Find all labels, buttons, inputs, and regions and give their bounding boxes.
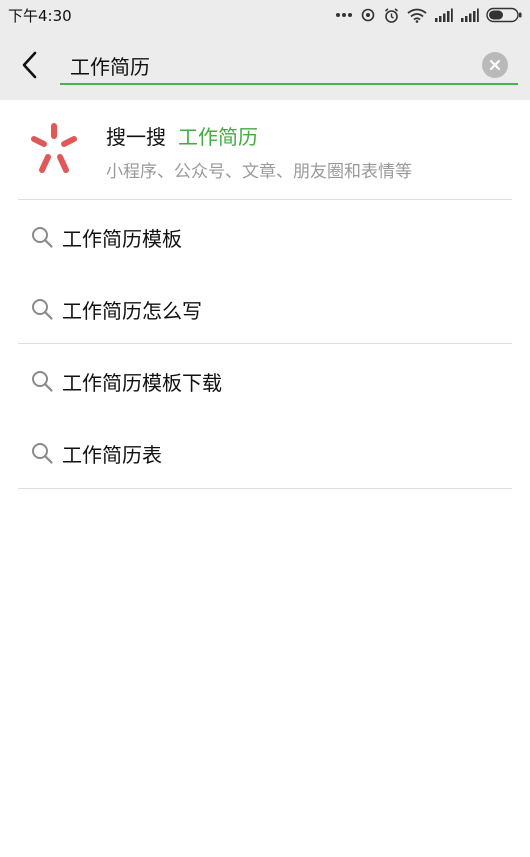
sync-icon — [361, 8, 375, 22]
sousou-keyword: 工作简历 — [178, 125, 258, 149]
search-icon — [32, 227, 53, 248]
sousou-label: 搜一搜 — [106, 125, 166, 149]
status-bar: 下午4:30 — [0, 0, 530, 30]
suggestion-label: 工作简历模板下载 — [62, 371, 222, 395]
divider — [18, 199, 512, 200]
sousou-logo-icon — [31, 123, 77, 173]
status-icons — [335, 7, 522, 24]
close-icon — [489, 59, 501, 71]
sousou-row[interactable]: 搜一搜 工作简历 小程序、公众号、文章、朋友圈和表情等 — [0, 100, 530, 199]
search-header — [0, 30, 530, 100]
suggestion-item[interactable]: 工作简历表 — [0, 417, 530, 487]
suggestion-label: 工作简历模板 — [62, 227, 182, 251]
divider — [18, 488, 512, 489]
search-input[interactable] — [70, 48, 470, 82]
suggestion-item[interactable]: 工作简历怎么写 — [0, 273, 530, 343]
signal-icon — [461, 8, 479, 22]
search-icon — [32, 371, 53, 392]
back-arrow-icon — [22, 51, 37, 79]
divider — [18, 343, 512, 344]
suggestion-item[interactable]: 工作简历模板下载 — [0, 345, 530, 415]
status-time: 下午4:30 — [8, 6, 72, 25]
battery-icon — [486, 7, 522, 23]
search-underline — [60, 83, 518, 85]
search-icon — [32, 443, 53, 464]
wifi-icon — [407, 8, 427, 23]
clear-search-button[interactable] — [482, 52, 508, 78]
suggestion-item[interactable]: 工作简历模板 — [0, 201, 530, 271]
more-dots-icon — [336, 13, 352, 17]
signal-icon — [435, 8, 453, 22]
suggestion-label: 工作简历表 — [62, 443, 162, 467]
sousou-subtitle: 小程序、公众号、文章、朋友圈和表情等 — [106, 162, 412, 182]
sousou-title: 搜一搜 工作简历 — [106, 121, 258, 150]
back-button[interactable] — [14, 46, 44, 84]
alarm-icon — [385, 7, 398, 23]
suggestion-label: 工作简历怎么写 — [62, 299, 202, 323]
search-icon — [32, 299, 53, 320]
